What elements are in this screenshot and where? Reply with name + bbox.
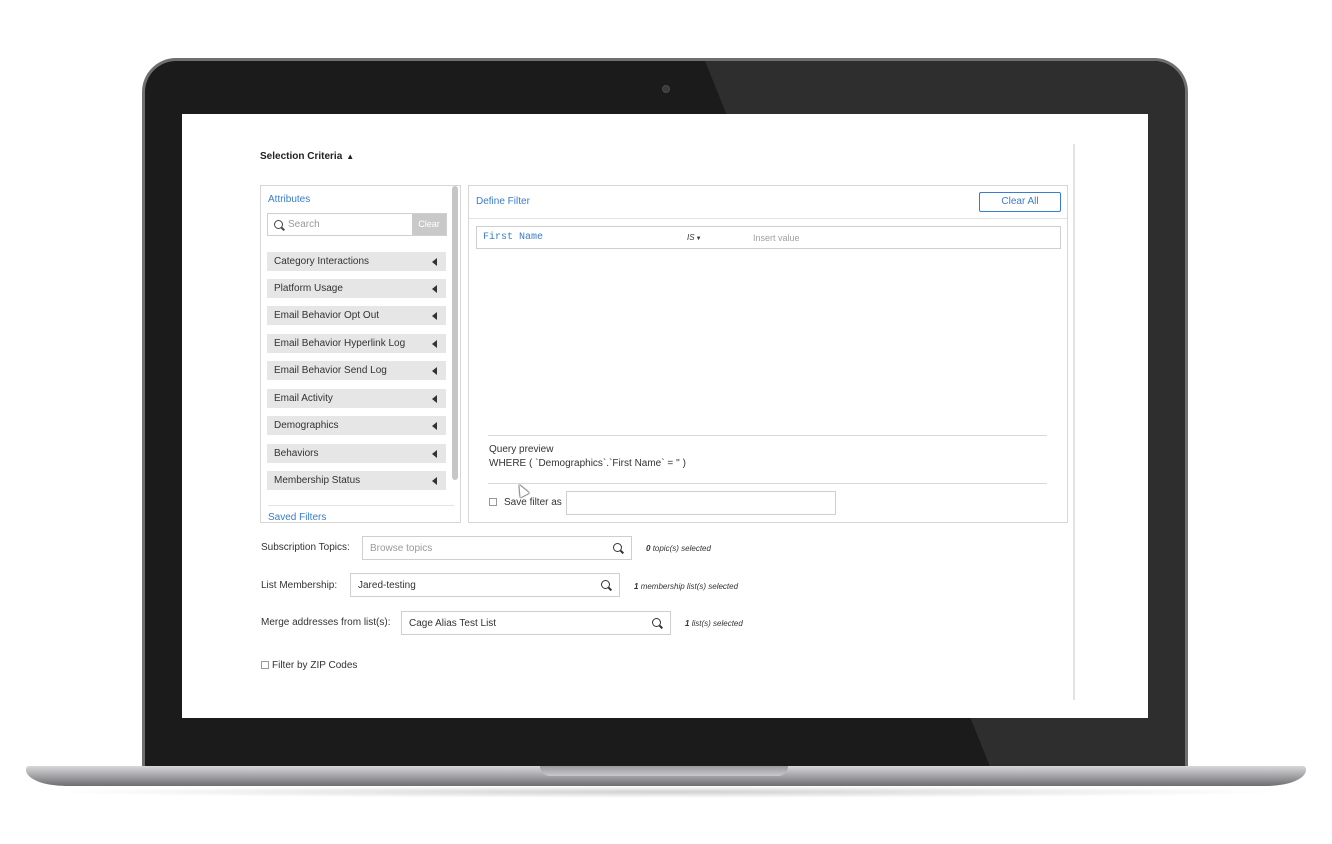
expand-left-icon: [432, 367, 437, 375]
list-membership-label: List Membership:: [261, 580, 338, 591]
save-filter-name-input[interactable]: [566, 491, 836, 515]
subscription-topics-field[interactable]: [362, 536, 632, 560]
membership-count-value: 1: [634, 582, 639, 591]
attribute-label: Demographics: [274, 420, 339, 431]
attributes-label: Attributes: [268, 194, 311, 205]
attribute-label: Email Activity: [274, 393, 333, 404]
list-membership-field[interactable]: [350, 573, 620, 597]
expand-left-icon: [432, 395, 437, 403]
attribute-demographics[interactable]: Demographics: [267, 416, 446, 435]
attribute-platform-usage[interactable]: Platform Usage: [267, 279, 446, 298]
attribute-label: Email Behavior Hyperlink Log: [274, 338, 406, 349]
attribute-label: Category Interactions: [274, 256, 370, 267]
query-preview-title: Query preview: [489, 444, 554, 455]
topics-count-value: 0: [646, 544, 651, 553]
merge-selected-count: 1 list(s) selected: [685, 619, 743, 628]
attribute-search-box: Clear: [267, 213, 447, 236]
filter-field-name[interactable]: First Name: [483, 232, 543, 243]
attribute-email-behavior-send-log[interactable]: Email Behavior Send Log: [267, 361, 446, 380]
expand-left-icon: [432, 477, 437, 485]
save-filter-checkbox[interactable]: [489, 498, 497, 506]
expand-left-icon: [432, 422, 437, 430]
attribute-email-behavior-opt-out[interactable]: Email Behavior Opt Out: [267, 306, 446, 325]
expand-left-icon: [432, 312, 437, 320]
laptop-base-notch: [540, 766, 788, 776]
query-preview-text: WHERE ( `Demographics`.`First Name` = ''…: [489, 458, 686, 469]
merge-count-value: 1: [685, 619, 690, 628]
merge-addresses-label: Merge addresses from list(s):: [261, 617, 391, 628]
attribute-membership-status[interactable]: Membership Status: [267, 471, 446, 490]
operator-select[interactable]: IS▼: [687, 233, 702, 242]
zip-filter-checkbox[interactable]: [261, 661, 269, 669]
attribute-label: Email Behavior Opt Out: [274, 310, 380, 321]
subscription-topics-label: Subscription Topics:: [261, 542, 350, 553]
search-icon[interactable]: [601, 580, 610, 589]
selection-criteria-title[interactable]: Selection Criteria ▲: [260, 151, 354, 162]
caret-down-icon: ▼: [695, 236, 702, 242]
caret-up-icon[interactable]: ▲: [346, 152, 354, 161]
attribute-search-input[interactable]: [288, 217, 406, 232]
attribute-behaviors[interactable]: Behaviors: [267, 444, 446, 463]
membership-count-suffix: membership list(s) selected: [640, 582, 739, 591]
operator-value: IS: [687, 233, 695, 242]
webcam-icon: [662, 85, 670, 93]
expand-left-icon: [432, 450, 437, 458]
search-icon[interactable]: [613, 543, 622, 552]
zip-filter-label: Filter by ZIP Codes: [272, 660, 358, 671]
attribute-label: Platform Usage: [274, 283, 343, 294]
save-filter-label: Save filter as: [504, 497, 562, 508]
merge-addresses-input[interactable]: [409, 617, 624, 630]
laptop-screen: Selection Criteria▲ Attributes Clear Cat…: [182, 114, 1148, 718]
merge-count-suffix: list(s) selected: [691, 619, 743, 628]
attribute-label: Behaviors: [274, 448, 319, 459]
query-preview-top-divider: [488, 435, 1047, 436]
topics-count-suffix: topic(s) selected: [652, 544, 711, 553]
query-preview-bottom-divider: [488, 483, 1047, 484]
attribute-label: Membership Status: [274, 475, 361, 486]
laptop-shadow: [40, 786, 1292, 798]
browse-topics-input[interactable]: [370, 542, 585, 555]
expand-left-icon: [432, 285, 437, 293]
attribute-label: Email Behavior Send Log: [274, 365, 387, 376]
search-icon[interactable]: [652, 618, 661, 627]
attributes-scrollbar[interactable]: [452, 186, 458, 480]
search-icon: [274, 220, 283, 229]
attribute-email-activity[interactable]: Email Activity: [267, 389, 446, 408]
saved-filters-link[interactable]: Saved Filters: [268, 512, 326, 523]
topics-selected-count: 0 topic(s) selected: [646, 544, 711, 553]
define-filter-divider: [469, 218, 1067, 219]
list-membership-input[interactable]: [358, 579, 573, 592]
clear-all-button[interactable]: Clear All: [979, 192, 1061, 212]
filter-condition-row: First Name IS▼: [476, 226, 1061, 249]
selection-criteria-label: Selection Criteria: [260, 151, 343, 162]
expand-left-icon: [432, 340, 437, 348]
expand-left-icon: [432, 258, 437, 266]
merge-addresses-field[interactable]: [401, 611, 671, 635]
filter-value-input[interactable]: [753, 231, 1043, 245]
attributes-divider: [268, 505, 454, 506]
attribute-email-behavior-hyperlink-log[interactable]: Email Behavior Hyperlink Log: [267, 334, 446, 353]
clear-search-button[interactable]: Clear: [412, 214, 446, 235]
attribute-category-interactions[interactable]: Category Interactions: [267, 252, 446, 271]
define-filter-label: Define Filter: [476, 196, 530, 207]
membership-selected-count: 1 membership list(s) selected: [634, 582, 738, 591]
